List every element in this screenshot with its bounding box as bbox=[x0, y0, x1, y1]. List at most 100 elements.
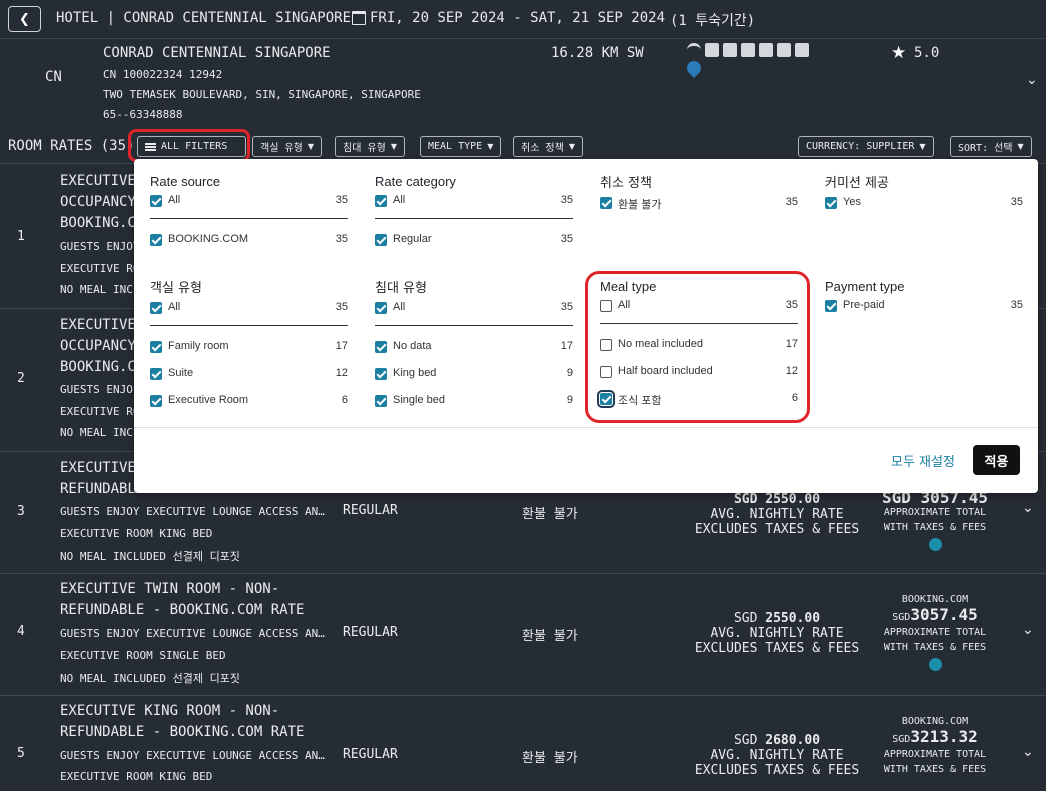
bed-type-label: 침대 유형 bbox=[343, 143, 386, 154]
checkbox[interactable] bbox=[150, 234, 162, 246]
filter-option[interactable]: Regular 35 bbox=[375, 233, 573, 260]
filter-option-all[interactable]: All 35 bbox=[375, 194, 573, 219]
row-description: GUESTS ENJOY EXECUTIVE LOUNGE ACCESS AN… bbox=[60, 505, 325, 518]
filter-option[interactable]: King bed 9 bbox=[375, 367, 573, 394]
row-meal-info: NO MEAL INCL bbox=[60, 426, 140, 439]
nightly-price: 2680.00 bbox=[765, 733, 821, 748]
hotel-code: CN bbox=[45, 69, 62, 85]
checkbox[interactable] bbox=[150, 368, 162, 380]
option-label: BOOKING.COM bbox=[168, 233, 249, 245]
room-rates-label: ROOM RATES (35) bbox=[8, 138, 135, 154]
filter-option-all[interactable]: All 35 bbox=[150, 194, 348, 219]
row-description: GUESTS ENJOY bbox=[60, 240, 140, 253]
row-title-line: BOOKING.C bbox=[60, 359, 136, 375]
caret-down-icon: ▼ bbox=[390, 142, 397, 151]
approx-total-label: APPROXIMATE TOTAL bbox=[883, 627, 987, 638]
filter-option[interactable]: Pre-paid 35 bbox=[825, 299, 1023, 326]
chevron-down-icon[interactable]: ⌄ bbox=[1022, 500, 1034, 516]
option-count: 17 bbox=[560, 340, 573, 352]
row-title-line: EXECUTIVE KING ROOM - NON- bbox=[60, 703, 280, 719]
chevron-down-icon[interactable]: ⌄ bbox=[1026, 72, 1038, 88]
table-row[interactable]: 5 EXECUTIVE KING ROOM - NON- REFUNDABLE … bbox=[0, 695, 1046, 791]
filter-group-rate-category: Rate category All 35 Regular 35 bbox=[375, 174, 573, 260]
checkbox[interactable] bbox=[375, 302, 387, 314]
hotel-name: CONRAD CENTENNIAL SINGAPORE bbox=[103, 45, 331, 61]
checkbox[interactable] bbox=[825, 300, 837, 312]
checkbox[interactable] bbox=[375, 341, 387, 353]
info-dot-icon[interactable] bbox=[928, 658, 942, 671]
filter-option[interactable]: Suite 12 bbox=[150, 367, 348, 394]
option-label: Single bed bbox=[393, 394, 445, 406]
nightly-price: SGD 2550.00 bbox=[733, 492, 821, 507]
excludes-taxes-label: EXCLUDES TAXES & FEES bbox=[694, 641, 860, 656]
checkbox[interactable] bbox=[375, 234, 387, 246]
row-nightly-price: SGD 2680.00 AVG. NIGHTLY RATE EXCLUDES T… bbox=[686, 733, 868, 778]
checkbox[interactable] bbox=[825, 197, 837, 209]
hotel-ids: CN 100022324 12942 bbox=[103, 68, 223, 81]
page-title: HOTEL | CONRAD CENTENNIAL SINGAPORE bbox=[56, 10, 352, 26]
bed-type-dropdown[interactable]: 침대 유형 ▼ bbox=[335, 136, 405, 157]
row-meal-info: NO MEAL INCLUDED 선결제 디포짓 bbox=[60, 672, 240, 685]
filter-option-all[interactable]: All 35 bbox=[375, 301, 573, 326]
option-count: 6 bbox=[341, 394, 348, 406]
hotel-rating: 5.0 bbox=[914, 45, 940, 61]
filter-option-all[interactable]: All 35 bbox=[150, 301, 348, 326]
checkbox[interactable] bbox=[375, 368, 387, 380]
location-pin-icon bbox=[684, 58, 704, 78]
filter-group-payment-type: Payment type Pre-paid 35 bbox=[825, 279, 1023, 326]
row-meal-info: NO MEAL INCLUDED 선결제 디포짓 bbox=[60, 550, 240, 563]
apply-button[interactable]: 적용 bbox=[973, 445, 1020, 475]
filter-group-title: 침대 유형 bbox=[375, 281, 427, 296]
meal-type-dropdown[interactable]: MEAL TYPE ▼ bbox=[420, 136, 502, 157]
with-taxes-label: WITH TAXES & FEES bbox=[883, 642, 987, 653]
chevron-down-icon[interactable]: ⌄ bbox=[1022, 622, 1034, 638]
option-label: 환불 불가 bbox=[618, 199, 662, 211]
sort-label: SORT: 선택 bbox=[958, 143, 1013, 154]
stay-nights: (1 투숙기간) bbox=[670, 13, 756, 29]
option-label: King bed bbox=[393, 367, 437, 379]
back-button[interactable]: ❮ bbox=[8, 6, 41, 32]
cancel-policy-dropdown[interactable]: 취소 정책 ▼ bbox=[513, 136, 583, 157]
filter-option[interactable]: Single bed 9 bbox=[375, 394, 573, 421]
room-type-dropdown[interactable]: 객실 유형 ▼ bbox=[252, 136, 322, 157]
excludes-taxes-label: EXCLUDES TAXES & FEES bbox=[694, 522, 860, 537]
row-number: 3 bbox=[17, 504, 25, 519]
filter-option[interactable]: Yes 35 bbox=[825, 196, 1023, 223]
filter-option[interactable]: BOOKING.COM 35 bbox=[150, 233, 348, 260]
filter-option[interactable]: Family room 17 bbox=[150, 340, 348, 367]
sort-dropdown[interactable]: SORT: 선택 ▼ bbox=[950, 136, 1032, 157]
row-title-line: OCCUPANCY bbox=[60, 338, 136, 354]
info-dot-icon[interactable] bbox=[928, 538, 942, 551]
option-label: Family room bbox=[168, 340, 229, 352]
caret-down-icon: ▼ bbox=[568, 142, 575, 151]
highlight-meal-type bbox=[585, 271, 810, 423]
amenity-icons bbox=[687, 43, 809, 57]
checkbox[interactable] bbox=[150, 195, 162, 207]
total-price: 3057.45 bbox=[910, 605, 978, 624]
currency-dropdown[interactable]: CURRENCY: SUPPLIER ▼ bbox=[798, 136, 934, 157]
row-nightly-price: SGD 2550.00 AVG. NIGHTLY RATE EXCLUDES T… bbox=[686, 492, 868, 537]
reset-all-link[interactable]: 모두 재설정 bbox=[891, 451, 955, 470]
filter-option[interactable]: 환불 불가 35 bbox=[600, 196, 798, 223]
checkbox[interactable] bbox=[600, 197, 612, 209]
row-title: EXECUTIVE REFUNDABLE bbox=[60, 458, 144, 500]
row-number: 2 bbox=[17, 371, 25, 386]
option-count: 35 bbox=[1010, 196, 1023, 208]
filter-option[interactable]: No data 17 bbox=[375, 340, 573, 367]
checkbox[interactable] bbox=[375, 195, 387, 207]
row-number: 1 bbox=[17, 229, 25, 244]
filter-option[interactable]: Executive Room 6 bbox=[150, 394, 348, 421]
checkbox[interactable] bbox=[150, 302, 162, 314]
calendar-icon bbox=[352, 11, 366, 25]
table-row[interactable]: 4 EXECUTIVE TWIN ROOM - NON- REFUNDABLE … bbox=[0, 573, 1046, 695]
checkbox[interactable] bbox=[150, 395, 162, 407]
row-description: GUESTS ENJO bbox=[60, 383, 133, 396]
bus-icon bbox=[759, 43, 773, 57]
filter-group-commission: 커미션 제공 Yes 35 bbox=[825, 172, 1023, 223]
filter-group-title: 객실 유형 bbox=[150, 281, 202, 296]
chevron-down-icon[interactable]: ⌄ bbox=[1022, 744, 1034, 760]
row-title-line: BOOKING.C bbox=[60, 215, 136, 231]
checkbox[interactable] bbox=[150, 341, 162, 353]
option-count: 35 bbox=[1010, 299, 1023, 311]
checkbox[interactable] bbox=[375, 395, 387, 407]
